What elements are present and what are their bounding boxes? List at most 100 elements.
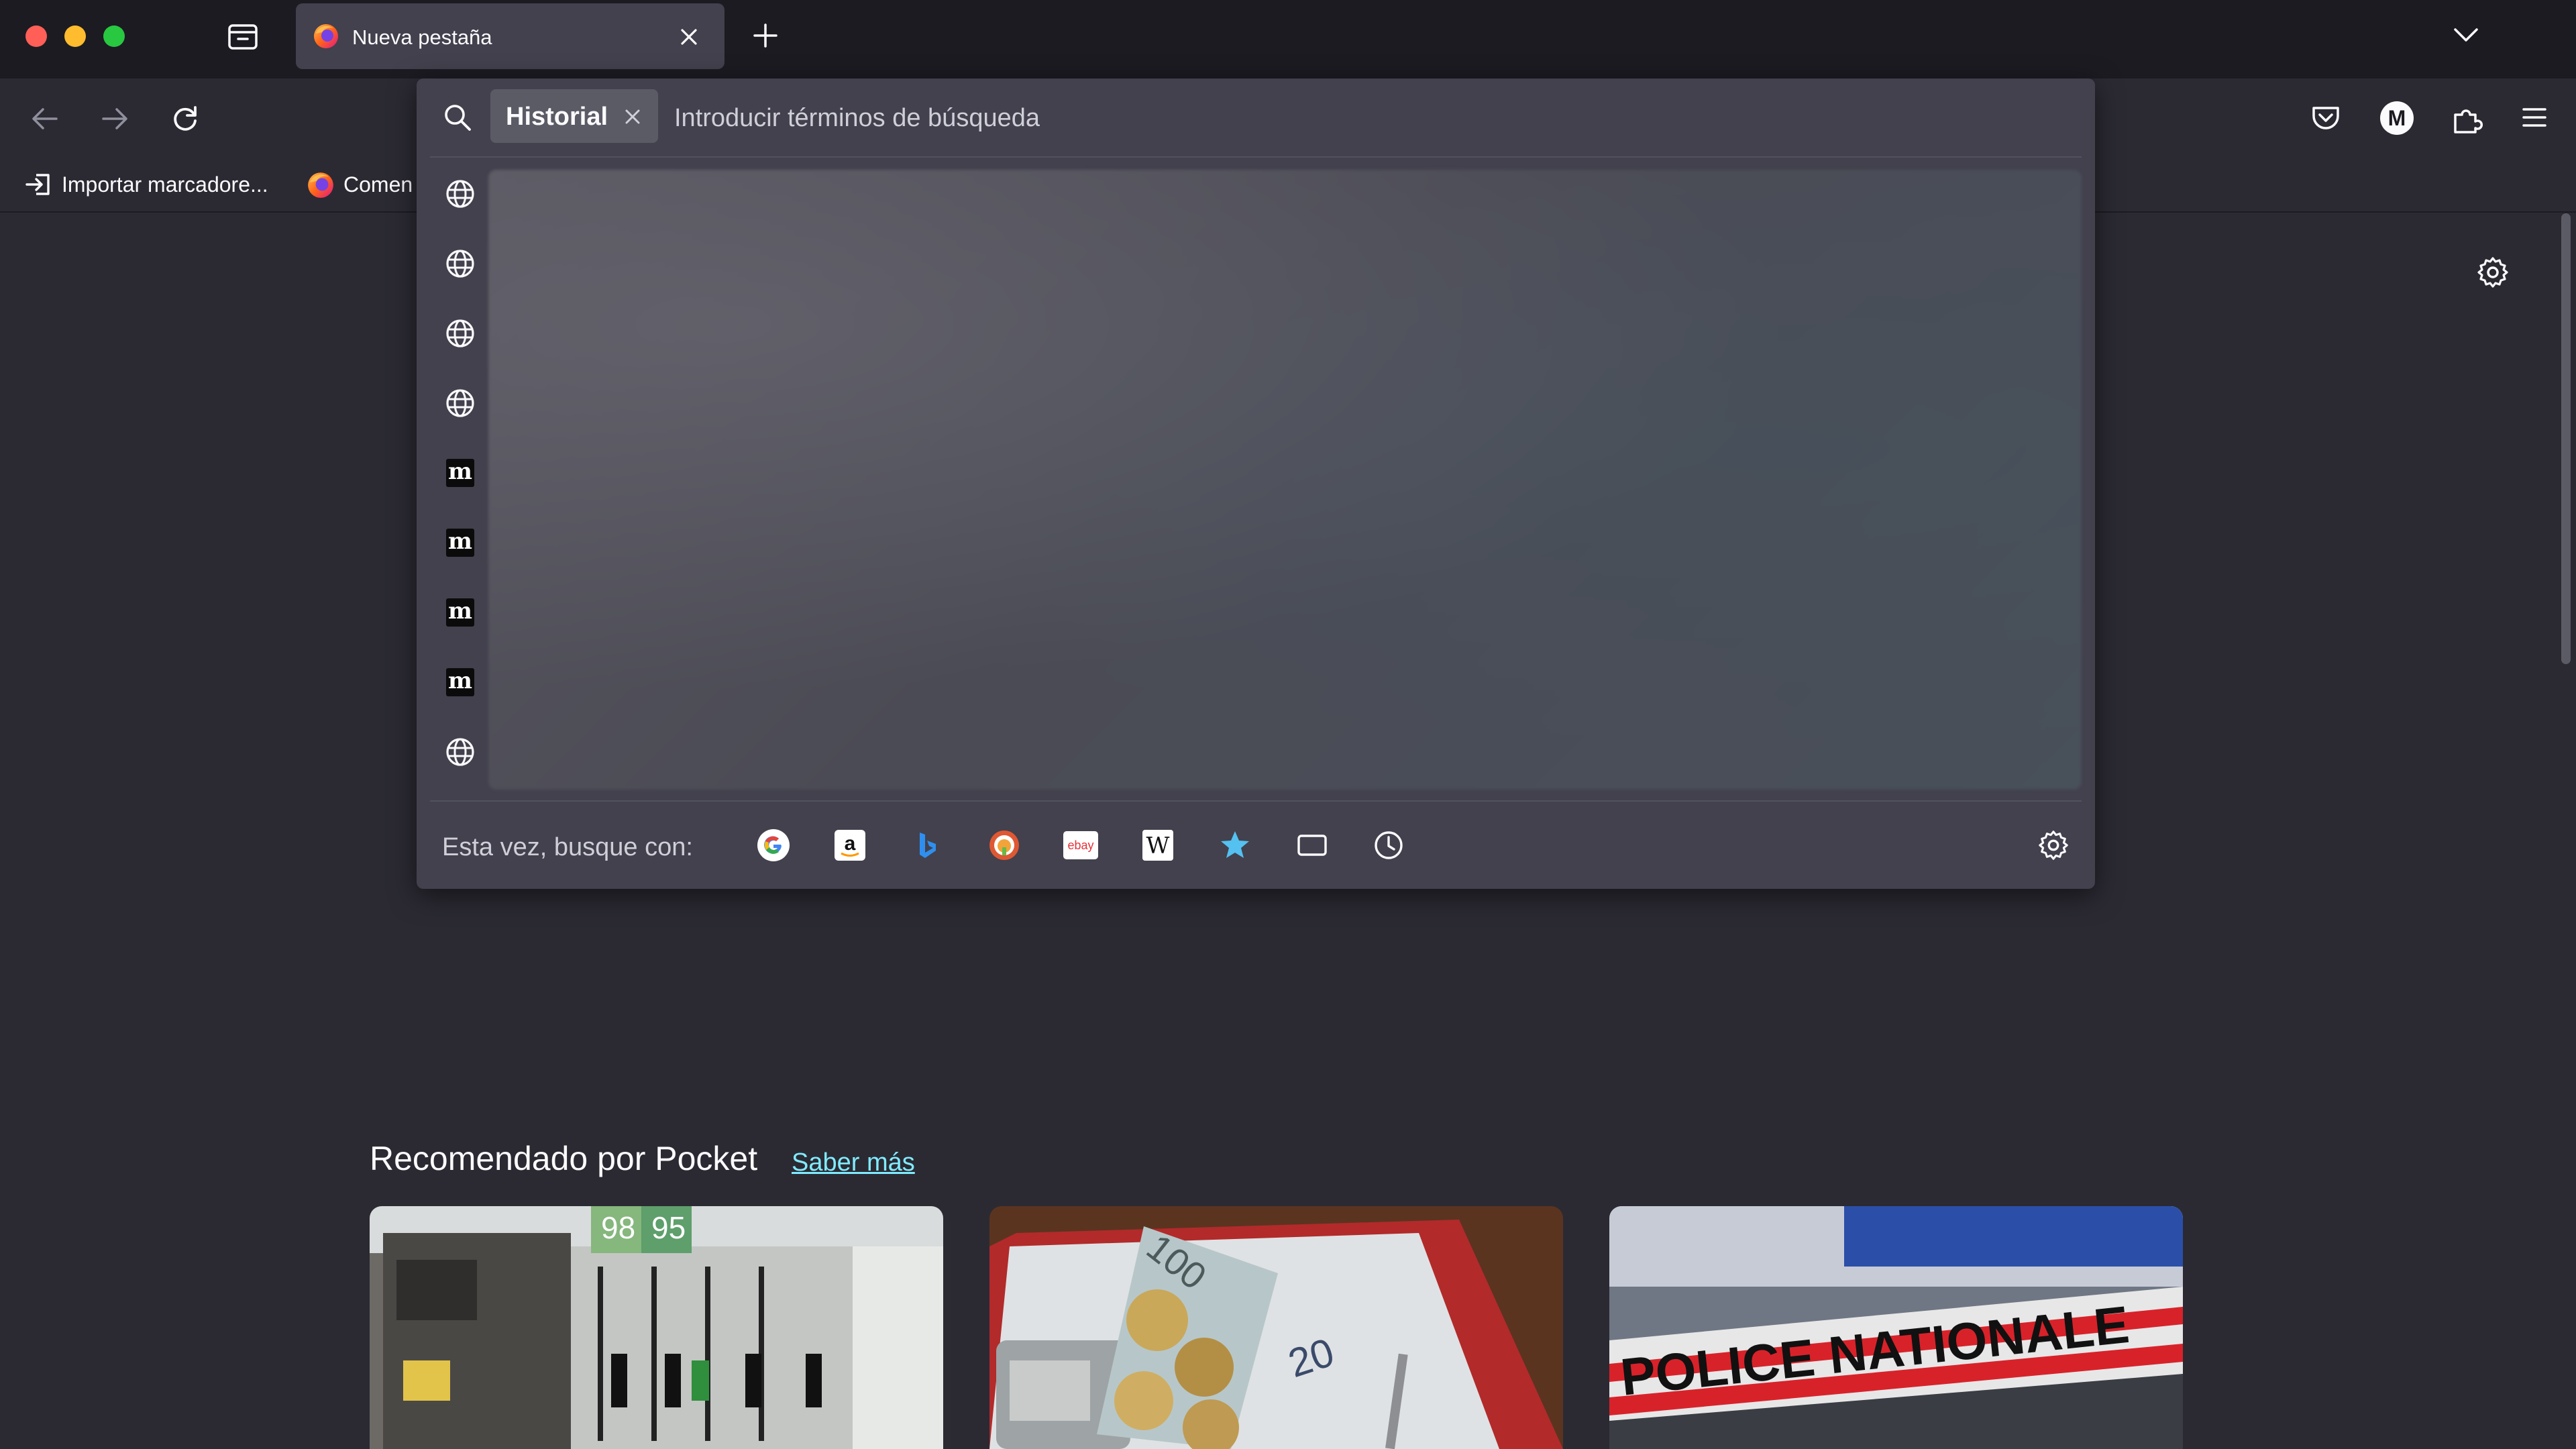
result-row-icon[interactable]: m xyxy=(443,455,478,490)
application-menu-button[interactable] xyxy=(2520,104,2549,131)
pump-label-95: 95 xyxy=(651,1210,686,1245)
extensions-button[interactable] xyxy=(2450,101,2483,136)
list-all-tabs-button[interactable] xyxy=(2451,23,2481,47)
account-avatar[interactable]: M xyxy=(2380,101,2414,135)
divider xyxy=(430,156,2082,158)
page-scrollbar[interactable] xyxy=(2561,213,2571,664)
result-row-icon[interactable] xyxy=(443,316,478,351)
search-icon xyxy=(445,105,471,131)
amazon-icon: a xyxy=(835,830,865,861)
pocket-card-fuel[interactable]: 98 95 xyxy=(370,1206,943,1449)
wikipedia-glyph: W xyxy=(1146,833,1170,859)
result-row-icon[interactable] xyxy=(443,735,478,769)
globe-icon xyxy=(446,250,474,278)
firefox-icon xyxy=(314,24,338,48)
window-close-button[interactable] xyxy=(25,25,47,47)
search-history-button[interactable] xyxy=(1371,827,1407,863)
globe-icon xyxy=(446,319,474,347)
duckduckgo-icon xyxy=(989,830,1019,860)
pocket-button[interactable] xyxy=(2309,101,2343,135)
result-row-icon[interactable] xyxy=(443,246,478,281)
pocket-card-police[interactable]: POLICE NATIONALE xyxy=(1609,1206,2183,1449)
amazon-glyph: a xyxy=(845,833,856,855)
window-zoom-button[interactable] xyxy=(103,25,125,47)
engine-duckduckgo[interactable] xyxy=(986,827,1022,863)
engine-bing[interactable] xyxy=(909,827,945,863)
personalize-button[interactable] xyxy=(2475,255,2510,290)
urlbar-input-row: Historial xyxy=(417,78,2095,156)
urlbar-popup: Historial m m m m Esta vez, busque con: a xyxy=(417,78,2095,889)
firefox-view-icon xyxy=(228,24,258,50)
search-mode-label: Historial xyxy=(506,103,608,131)
search-mode-chip[interactable]: Historial xyxy=(490,89,658,143)
divider xyxy=(430,800,2082,802)
bookmark-label: Importar marcadore... xyxy=(62,172,268,197)
result-row-icon[interactable] xyxy=(443,386,478,421)
bookmark-label: Comen xyxy=(343,172,413,197)
account-avatar-icon: M xyxy=(2387,105,2406,130)
result-row-icon[interactable]: m xyxy=(443,665,478,700)
globe-icon xyxy=(446,738,474,766)
menu-icon xyxy=(2522,108,2546,127)
pump-label-98: 98 xyxy=(601,1210,635,1245)
globe-icon xyxy=(446,389,474,417)
ebay-glyph: ebay xyxy=(1067,839,1093,852)
search-tabs-button[interactable] xyxy=(1294,827,1330,863)
new-tab-button[interactable] xyxy=(750,20,781,51)
bing-icon xyxy=(920,833,936,858)
m-icon: m xyxy=(446,459,474,487)
result-row-icon[interactable] xyxy=(443,176,478,211)
engine-amazon[interactable]: a xyxy=(832,827,868,863)
tabs-icon xyxy=(1297,835,1327,856)
tab-strip: Nueva pestaña xyxy=(0,0,2576,78)
forward-arrow-icon xyxy=(102,108,127,129)
globe-icon xyxy=(446,180,474,208)
search-bookmarks-button[interactable] xyxy=(1217,827,1253,863)
engine-wikipedia[interactable]: W xyxy=(1140,827,1176,863)
one-off-search-row: Esta vez, busque con: a ebay W xyxy=(417,803,2095,889)
tab-close-icon[interactable] xyxy=(678,26,700,48)
extensions-icon xyxy=(2454,109,2483,133)
reload-icon xyxy=(174,106,197,131)
firefox-icon xyxy=(308,172,333,198)
tab-nueva-pestana[interactable]: Nueva pestaña xyxy=(296,3,724,69)
firefox-view-button[interactable] xyxy=(226,20,260,52)
m-icon: m xyxy=(446,529,474,557)
window-minimize-button[interactable] xyxy=(64,25,86,47)
ebay-icon: ebay xyxy=(1063,831,1098,859)
import-icon xyxy=(25,174,50,195)
bookmarks-star-icon xyxy=(1221,831,1249,858)
search-settings-button[interactable] xyxy=(2035,827,2072,863)
wikipedia-icon: W xyxy=(1142,830,1173,861)
engine-google[interactable] xyxy=(755,827,792,863)
pocket-section-title: Recomendado por Pocket xyxy=(370,1140,758,1177)
plus-icon xyxy=(753,23,777,48)
m-icon: m xyxy=(446,668,474,696)
engine-ebay[interactable]: ebay xyxy=(1063,827,1099,863)
fuel-pumps-photo: 98 95 xyxy=(370,1206,943,1449)
history-clock-icon xyxy=(1375,831,1403,859)
one-off-label: Esta vez, busque con: xyxy=(442,833,693,861)
result-row-icon[interactable]: m xyxy=(443,525,478,560)
blurred-results xyxy=(488,170,2082,790)
chevron-down-icon xyxy=(2454,28,2478,42)
back-button[interactable] xyxy=(28,103,62,135)
reload-button[interactable] xyxy=(168,102,202,136)
result-row-icon[interactable]: m xyxy=(443,595,478,630)
pocket-card-money[interactable]: 100 20 xyxy=(989,1206,1563,1449)
m-icon: m xyxy=(446,598,474,627)
gear-icon xyxy=(2477,257,2508,288)
pocket-learn-more-link[interactable]: Saber más xyxy=(792,1148,915,1177)
bookmark-import[interactable]: Importar marcadore... xyxy=(24,158,268,211)
forward-button[interactable] xyxy=(98,103,131,135)
police-tape-photo: POLICE NATIONALE xyxy=(1609,1206,2183,1449)
back-arrow-icon xyxy=(32,108,58,129)
google-icon xyxy=(757,829,790,861)
gear-icon xyxy=(2039,830,2068,860)
euro-banknotes-photo: 100 20 xyxy=(989,1206,1563,1449)
urlbar-search-input[interactable] xyxy=(673,91,2057,146)
close-icon[interactable] xyxy=(624,108,641,125)
bookmark-comenzar[interactable]: Comen xyxy=(306,158,413,211)
tab-title: Nueva pestaña xyxy=(352,25,492,49)
pocket-icon xyxy=(2312,107,2339,129)
